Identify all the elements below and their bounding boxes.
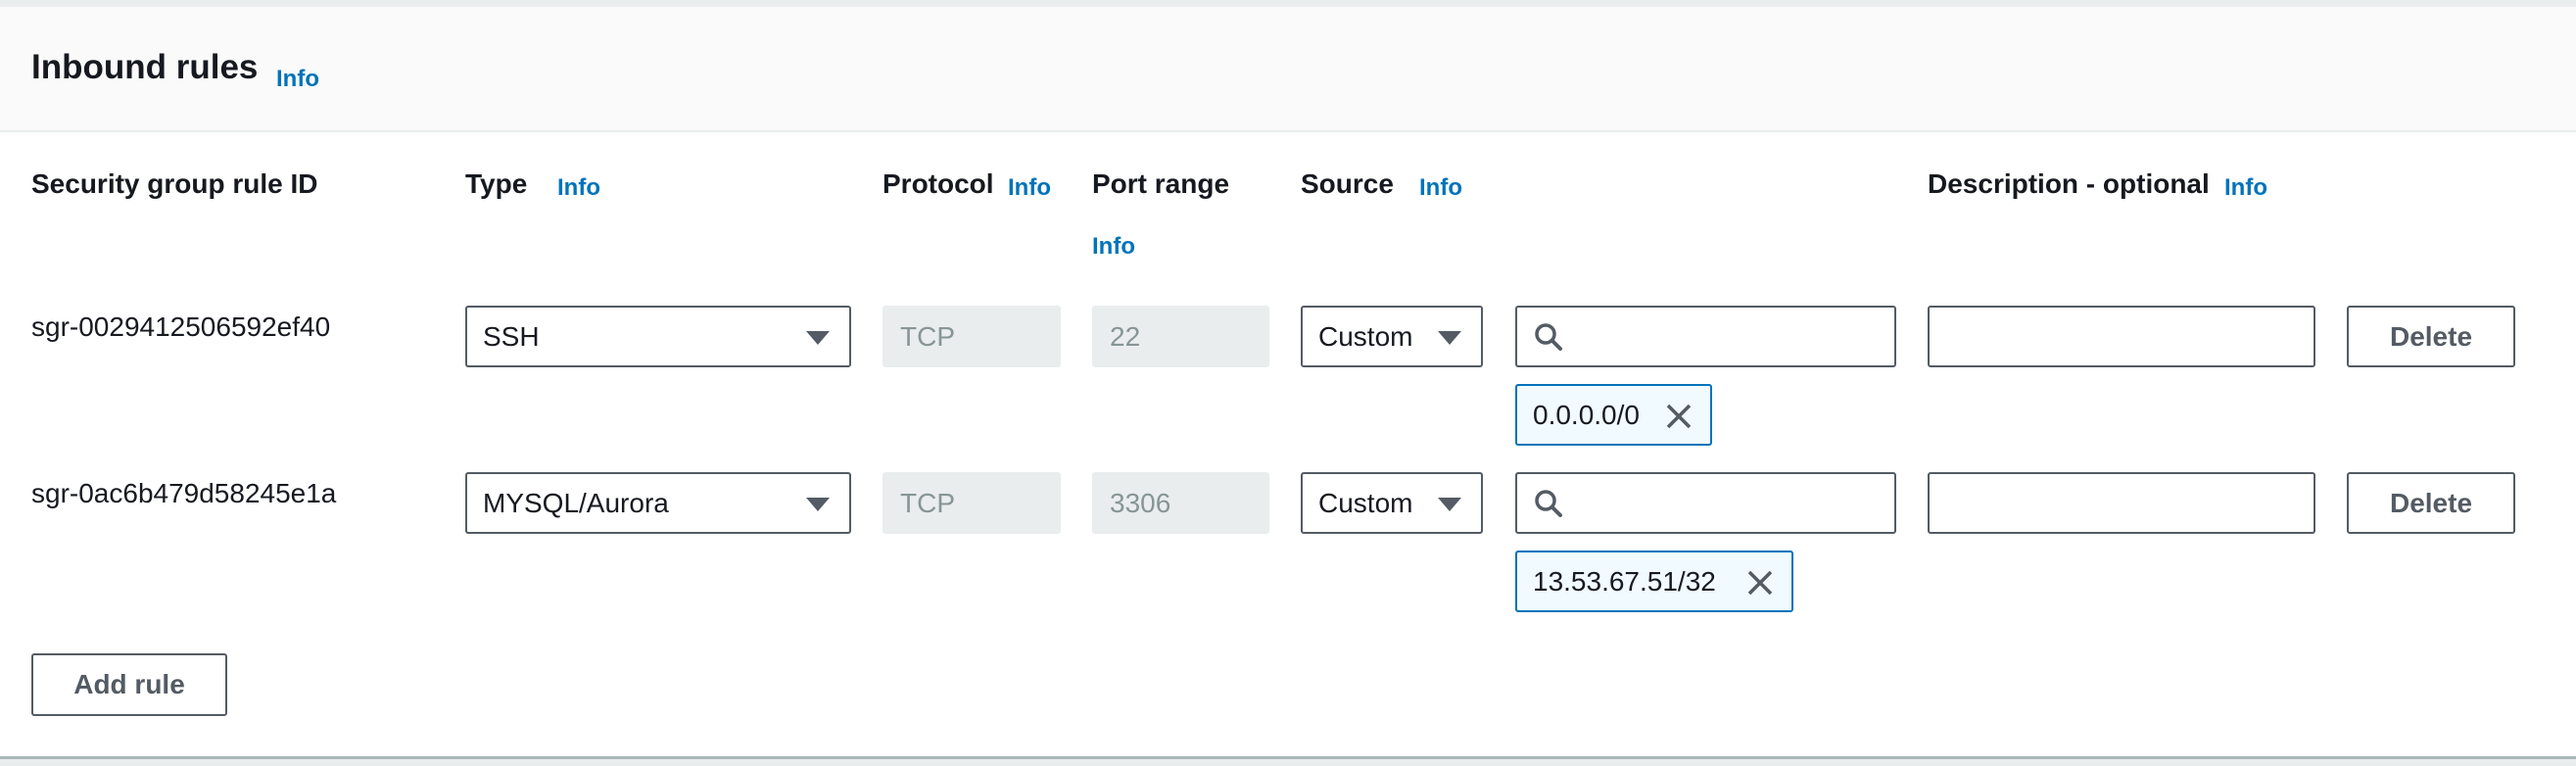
description-input[interactable]: [1928, 306, 2315, 367]
caret-down-icon: [806, 331, 830, 345]
source-type-select[interactable]: Custom: [1301, 472, 1483, 534]
search-icon: [1535, 490, 1562, 517]
add-rule-button[interactable]: Add rule: [31, 653, 227, 716]
type-value: MYSQL/Aurora: [483, 487, 669, 518]
protocol-value: TCP: [900, 320, 955, 352]
caret-down-icon: [1438, 498, 1461, 511]
source-type-select[interactable]: Custom: [1301, 306, 1483, 367]
type-select[interactable]: MYSQL/Aurora: [465, 472, 851, 534]
column-header-port-range: Port range: [1092, 168, 1230, 199]
caret-down-icon: [1438, 331, 1461, 345]
bottom-divider: [0, 759, 2576, 766]
port-range-info-link[interactable]: Info: [1092, 233, 1135, 261]
source-token-value: 0.0.0.0/0: [1533, 399, 1640, 430]
column-header-rule-id: Security group rule ID: [31, 168, 318, 199]
type-info-link[interactable]: Info: [557, 174, 600, 202]
port-range-value: 22: [1110, 320, 1141, 352]
caret-down-icon: [806, 498, 830, 511]
description-info-link[interactable]: Info: [2224, 174, 2267, 202]
port-range-value: 3306: [1110, 487, 1171, 518]
column-header-type: Type: [465, 168, 528, 199]
source-token-value: 13.53.67.51/32: [1533, 565, 1716, 597]
remove-token-icon[interactable]: [1746, 569, 1774, 597]
top-divider: [0, 0, 2576, 7]
source-search-input[interactable]: [1515, 472, 1896, 534]
panel-header: Inbound rules Info: [0, 7, 2576, 132]
port-range-field: 22: [1092, 306, 1269, 367]
type-select[interactable]: SSH: [465, 306, 851, 367]
page-title: Inbound rules: [31, 48, 259, 86]
protocol-info-link[interactable]: Info: [1008, 174, 1051, 202]
description-input[interactable]: [1928, 472, 2315, 534]
remove-token-icon[interactable]: [1665, 403, 1693, 430]
protocol-field: TCP: [883, 472, 1061, 534]
header-info-link[interactable]: Info: [276, 66, 319, 93]
port-range-field: 3306: [1092, 472, 1269, 534]
source-type-value: Custom: [1318, 320, 1413, 352]
rule-id: sgr-0029412506592ef40: [31, 311, 331, 342]
delete-button[interactable]: Delete: [2347, 472, 2515, 534]
type-value: SSH: [483, 320, 540, 352]
source-token: 13.53.67.51/32: [1515, 551, 1793, 612]
source-type-value: Custom: [1318, 487, 1413, 518]
source-token: 0.0.0.0/0: [1515, 384, 1712, 446]
source-search-input[interactable]: [1515, 306, 1896, 367]
delete-button[interactable]: Delete: [2347, 306, 2515, 367]
protocol-field: TCP: [883, 306, 1061, 367]
protocol-value: TCP: [900, 487, 955, 518]
source-info-link[interactable]: Info: [1419, 174, 1462, 202]
search-icon: [1535, 323, 1562, 351]
column-header-description: Description - optional: [1928, 168, 2210, 199]
column-header-source: Source: [1301, 168, 1394, 199]
column-header-protocol: Protocol: [883, 168, 994, 199]
rule-id: sgr-0ac6b479d58245e1a: [31, 478, 337, 508]
